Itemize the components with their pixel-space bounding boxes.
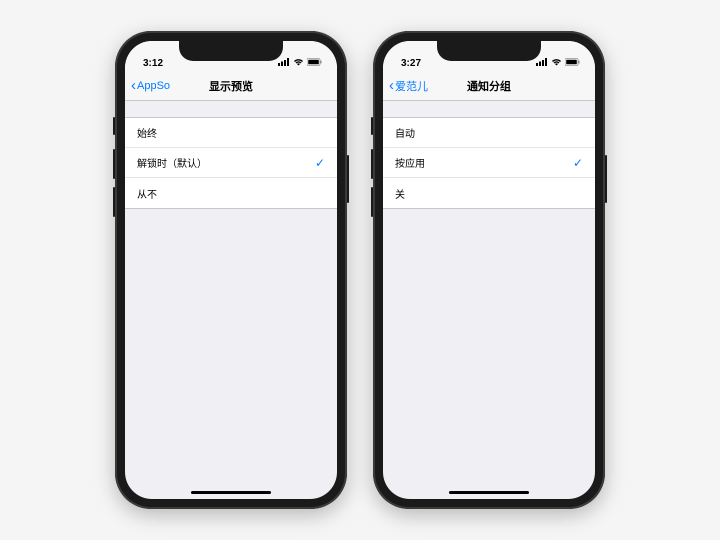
signal-icon <box>278 58 290 69</box>
battery-icon <box>307 58 323 69</box>
option-label: 始终 <box>137 125 157 140</box>
back-label: AppSo <box>137 80 170 92</box>
option-label: 解锁时（默认） <box>137 155 207 170</box>
options-list: 始终 解锁时（默认） ✓ 从不 <box>125 117 337 209</box>
signal-icon <box>536 58 548 69</box>
chevron-left-icon: ‹ <box>389 78 394 93</box>
checkmark-icon: ✓ <box>573 156 583 170</box>
home-indicator[interactable] <box>449 491 529 494</box>
option-row[interactable]: 始终 <box>125 118 337 148</box>
option-label: 按应用 <box>395 155 425 170</box>
notch <box>179 41 283 61</box>
option-row[interactable]: 解锁时（默认） ✓ <box>125 148 337 178</box>
option-label: 从不 <box>137 186 157 201</box>
options-list: 自动 按应用 ✓ 关 <box>383 117 595 209</box>
battery-icon <box>565 58 581 69</box>
back-button[interactable]: ‹ AppSo <box>131 79 170 93</box>
notch <box>437 41 541 61</box>
checkmark-icon: ✓ <box>315 156 325 170</box>
nav-bar: ‹ 爱范儿 通知分组 <box>383 71 595 101</box>
page-title: 通知分组 <box>467 78 511 94</box>
chevron-left-icon: ‹ <box>131 78 136 93</box>
back-label: 爱范儿 <box>395 78 428 94</box>
option-row[interactable]: 按应用 ✓ <box>383 148 595 178</box>
nav-bar: ‹ AppSo 显示预览 <box>125 71 337 101</box>
option-label: 关 <box>395 186 405 201</box>
back-button[interactable]: ‹ 爱范儿 <box>389 78 428 94</box>
status-time: 3:12 <box>143 58 163 69</box>
option-row[interactable]: 自动 <box>383 118 595 148</box>
page-title: 显示预览 <box>209 78 253 94</box>
option-label: 自动 <box>395 125 415 140</box>
wifi-icon <box>551 58 562 69</box>
phone-left: 3:12 ‹ AppSo 显示预览 始终 解锁时（默认） ✓ 从不 <box>115 31 347 509</box>
phone-right: 3:27 ‹ 爱范儿 通知分组 自动 按应用 ✓ 关 <box>373 31 605 509</box>
status-time: 3:27 <box>401 58 421 69</box>
option-row[interactable]: 从不 <box>125 178 337 208</box>
wifi-icon <box>293 58 304 69</box>
option-row[interactable]: 关 <box>383 178 595 208</box>
home-indicator[interactable] <box>191 491 271 494</box>
